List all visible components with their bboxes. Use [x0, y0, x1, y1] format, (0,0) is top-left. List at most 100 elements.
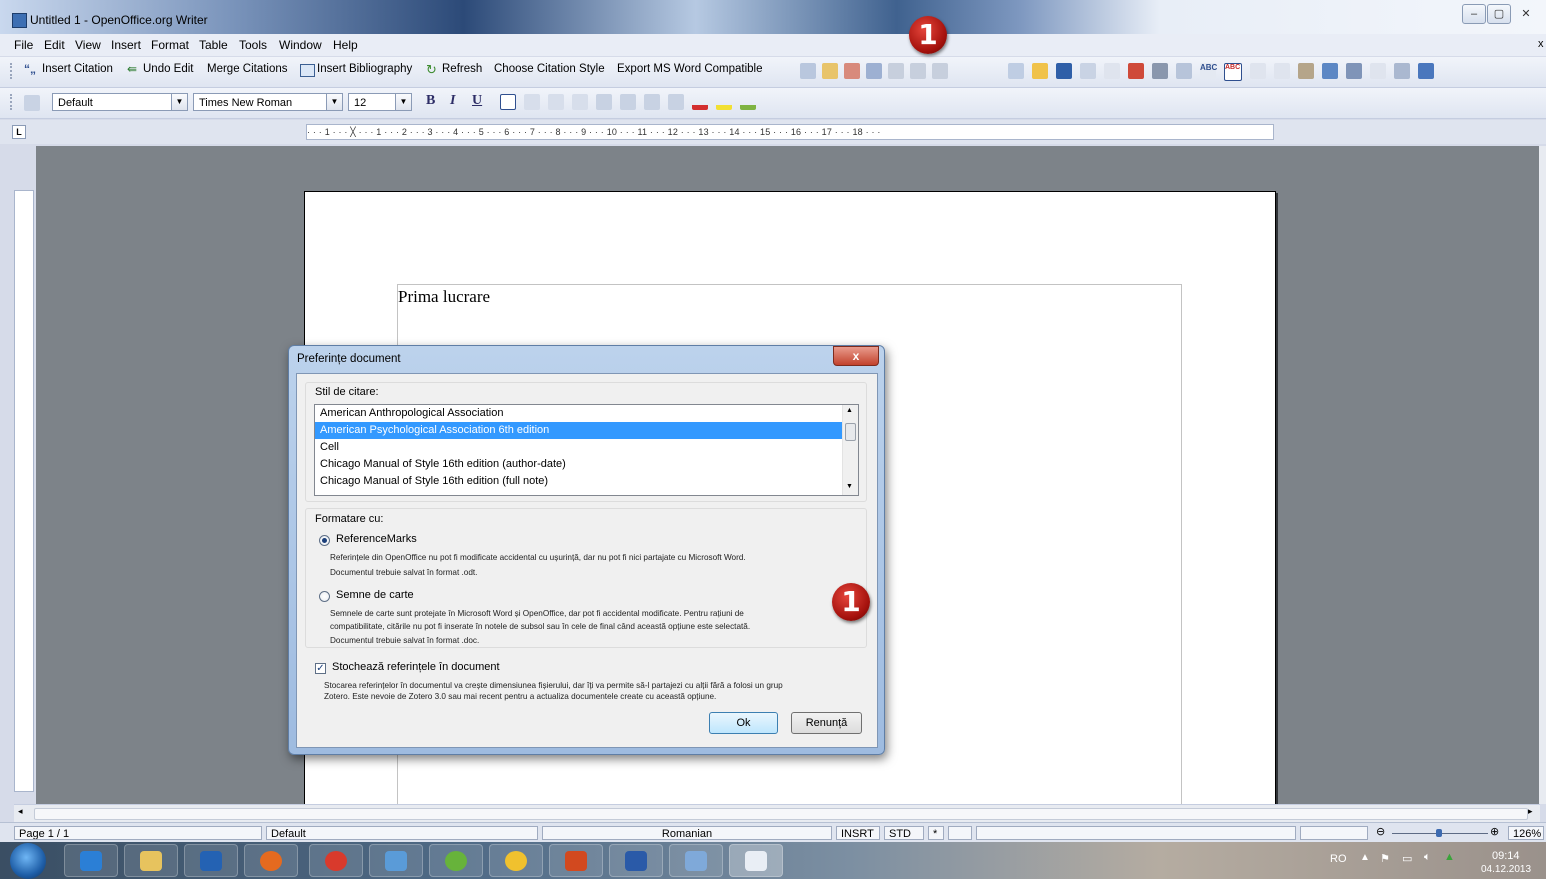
new-document-icon[interactable] [1008, 63, 1024, 79]
choose-citation-style-button[interactable]: Choose Citation Style [494, 63, 605, 75]
paragraph-style-combo[interactable]: Default ▼ [52, 93, 188, 111]
people-app-taskbar-icon[interactable] [369, 844, 423, 877]
chevron-down-icon[interactable]: ▼ [171, 94, 187, 110]
menu-insert[interactable]: Insert [111, 38, 141, 52]
close-document-icon[interactable]: x [1538, 38, 1544, 50]
dialog-close-button[interactable]: x [833, 346, 879, 366]
internet-explorer-taskbar-icon[interactable] [64, 844, 118, 877]
undo-icon[interactable] [1346, 63, 1362, 79]
align-center-icon[interactable] [524, 94, 540, 110]
unlink-icon[interactable] [910, 63, 926, 79]
volume-icon[interactable]: 🔈︎ [1424, 851, 1431, 864]
highlight-icon[interactable] [716, 94, 732, 110]
document-body-text[interactable]: Prima lucrare [398, 287, 490, 307]
refresh-button[interactable]: Refresh [442, 63, 482, 75]
edit-file-icon[interactable] [1104, 63, 1120, 79]
store-references-checkbox[interactable]: ✓ [315, 663, 326, 674]
media-player-taskbar-icon[interactable] [184, 844, 238, 877]
maximize-button[interactable]: ▢ [1487, 4, 1511, 24]
move-up-icon[interactable] [844, 63, 860, 79]
page-style-indicator[interactable]: Default [266, 826, 538, 840]
ok-button[interactable]: Ok [709, 712, 778, 734]
insert-citation-button[interactable]: Insert Citation [42, 63, 113, 75]
menu-view[interactable]: View [75, 38, 101, 52]
openoffice-writer-taskbar-icon[interactable] [729, 844, 783, 877]
align-right-icon[interactable] [548, 94, 564, 110]
open-folder-icon[interactable] [1032, 63, 1048, 79]
bookmarks-radio[interactable] [319, 591, 330, 602]
word-taskbar-icon[interactable] [609, 844, 663, 877]
paste-icon[interactable] [1298, 63, 1314, 79]
font-name-combo[interactable]: Times New Roman ▼ [193, 93, 343, 111]
export-pdf-icon[interactable] [1128, 63, 1144, 79]
scroll-left-icon[interactable]: ◂ [18, 806, 23, 817]
bullets-icon[interactable] [620, 94, 636, 110]
selection-mode-indicator[interactable]: STD [884, 826, 924, 840]
numbering-icon[interactable] [596, 94, 612, 110]
font-color-icon[interactable] [692, 94, 708, 110]
firefox-taskbar-icon[interactable] [244, 844, 298, 877]
list-item[interactable]: Cell [315, 439, 842, 456]
yahoo-messenger-taskbar-icon[interactable] [489, 844, 543, 877]
zoom-in-icon[interactable]: ⊕ [1490, 825, 1499, 838]
move-down-icon[interactable] [866, 63, 882, 79]
page-indicator[interactable]: Page 1 / 1 [14, 826, 262, 840]
merge-citations-button[interactable]: Merge Citations [207, 63, 288, 75]
insert-mode-indicator[interactable]: INSRT [836, 826, 880, 840]
chevron-down-icon[interactable]: ▼ [326, 94, 342, 110]
clock-date[interactable]: 04.12.2013 [1481, 864, 1531, 875]
zoom-out-icon[interactable]: ⊖ [1376, 825, 1385, 838]
undo-edit-button[interactable]: Undo Edit [143, 63, 194, 75]
spellcheck-icon[interactable]: ABC [1200, 63, 1217, 79]
list-item-selected[interactable]: American Psychological Association 6th e… [315, 422, 842, 439]
scroll-thumb[interactable] [34, 808, 1528, 820]
navigator-icon[interactable] [800, 63, 816, 79]
cancel-button[interactable]: Renunță [791, 712, 862, 734]
toolbar-grip[interactable] [10, 63, 15, 79]
link-icon[interactable] [888, 63, 904, 79]
zoom-percentage[interactable]: 126% [1508, 826, 1544, 840]
close-window-button[interactable]: ✕ [1512, 4, 1540, 24]
bookmarks-label[interactable]: Semne de carte [336, 589, 414, 601]
referencemarks-radio[interactable] [319, 535, 330, 546]
powerpoint-taskbar-icon[interactable] [549, 844, 603, 877]
view-layout-icons[interactable] [1300, 826, 1368, 840]
font-size-combo[interactable]: 12 ▼ [348, 93, 412, 111]
ruler-scale[interactable]: · · · 1 · · · ╳ · · · 1 · · · 2 · · · 3 … [306, 124, 1274, 140]
action-center-flag-icon[interactable]: ⚑ [1380, 852, 1390, 865]
list-item[interactable]: American Anthropological Association [315, 405, 842, 422]
horizontal-scrollbar[interactable]: ◂ ▸ [14, 804, 1540, 822]
align-left-icon[interactable] [500, 94, 516, 110]
vertical-scrollbar[interactable] [1539, 146, 1546, 804]
list-item[interactable]: Chicago Manual of Style 16th edition (fu… [315, 473, 842, 490]
decrease-indent-icon[interactable] [644, 94, 660, 110]
citation-style-list[interactable]: American Anthropological Association Ame… [314, 404, 859, 496]
list-item[interactable]: Chicago Manual of Style 16th edition (au… [315, 456, 842, 473]
scroll-right-icon[interactable]: ▸ [1528, 806, 1533, 817]
input-language-indicator[interactable]: RO [1330, 853, 1347, 865]
referencemarks-label[interactable]: ReferenceMarks [336, 533, 417, 545]
styles-formatting-icon[interactable] [24, 95, 40, 111]
justify-icon[interactable] [572, 94, 588, 110]
menu-tools[interactable]: Tools [239, 38, 267, 52]
toolbar-grip[interactable] [10, 94, 15, 110]
tab-stop-selector[interactable]: L [12, 125, 26, 139]
menu-edit[interactable]: Edit [44, 38, 65, 52]
email-icon[interactable] [1080, 63, 1096, 79]
minimize-button[interactable]: – [1462, 4, 1486, 24]
chrome-taskbar-icon[interactable] [309, 844, 363, 877]
menu-table[interactable]: Table [199, 38, 228, 52]
green-app-taskbar-icon[interactable] [429, 844, 483, 877]
scroll-down-icon[interactable]: ▼ [846, 483, 853, 490]
language-indicator[interactable]: Romanian [542, 826, 832, 840]
network-icon[interactable]: ▭ [1402, 852, 1412, 865]
paint-taskbar-icon[interactable] [669, 844, 723, 877]
copy-icon[interactable] [1274, 63, 1290, 79]
increase-indent-icon[interactable] [668, 94, 684, 110]
menu-help[interactable]: Help [333, 38, 358, 52]
save-icon[interactable] [1056, 63, 1072, 79]
autospellcheck-icon[interactable]: ABC [1224, 63, 1242, 81]
file-explorer-taskbar-icon[interactable] [124, 844, 178, 877]
redo-icon[interactable] [1370, 63, 1386, 79]
chevron-down-icon[interactable]: ▼ [395, 94, 411, 110]
